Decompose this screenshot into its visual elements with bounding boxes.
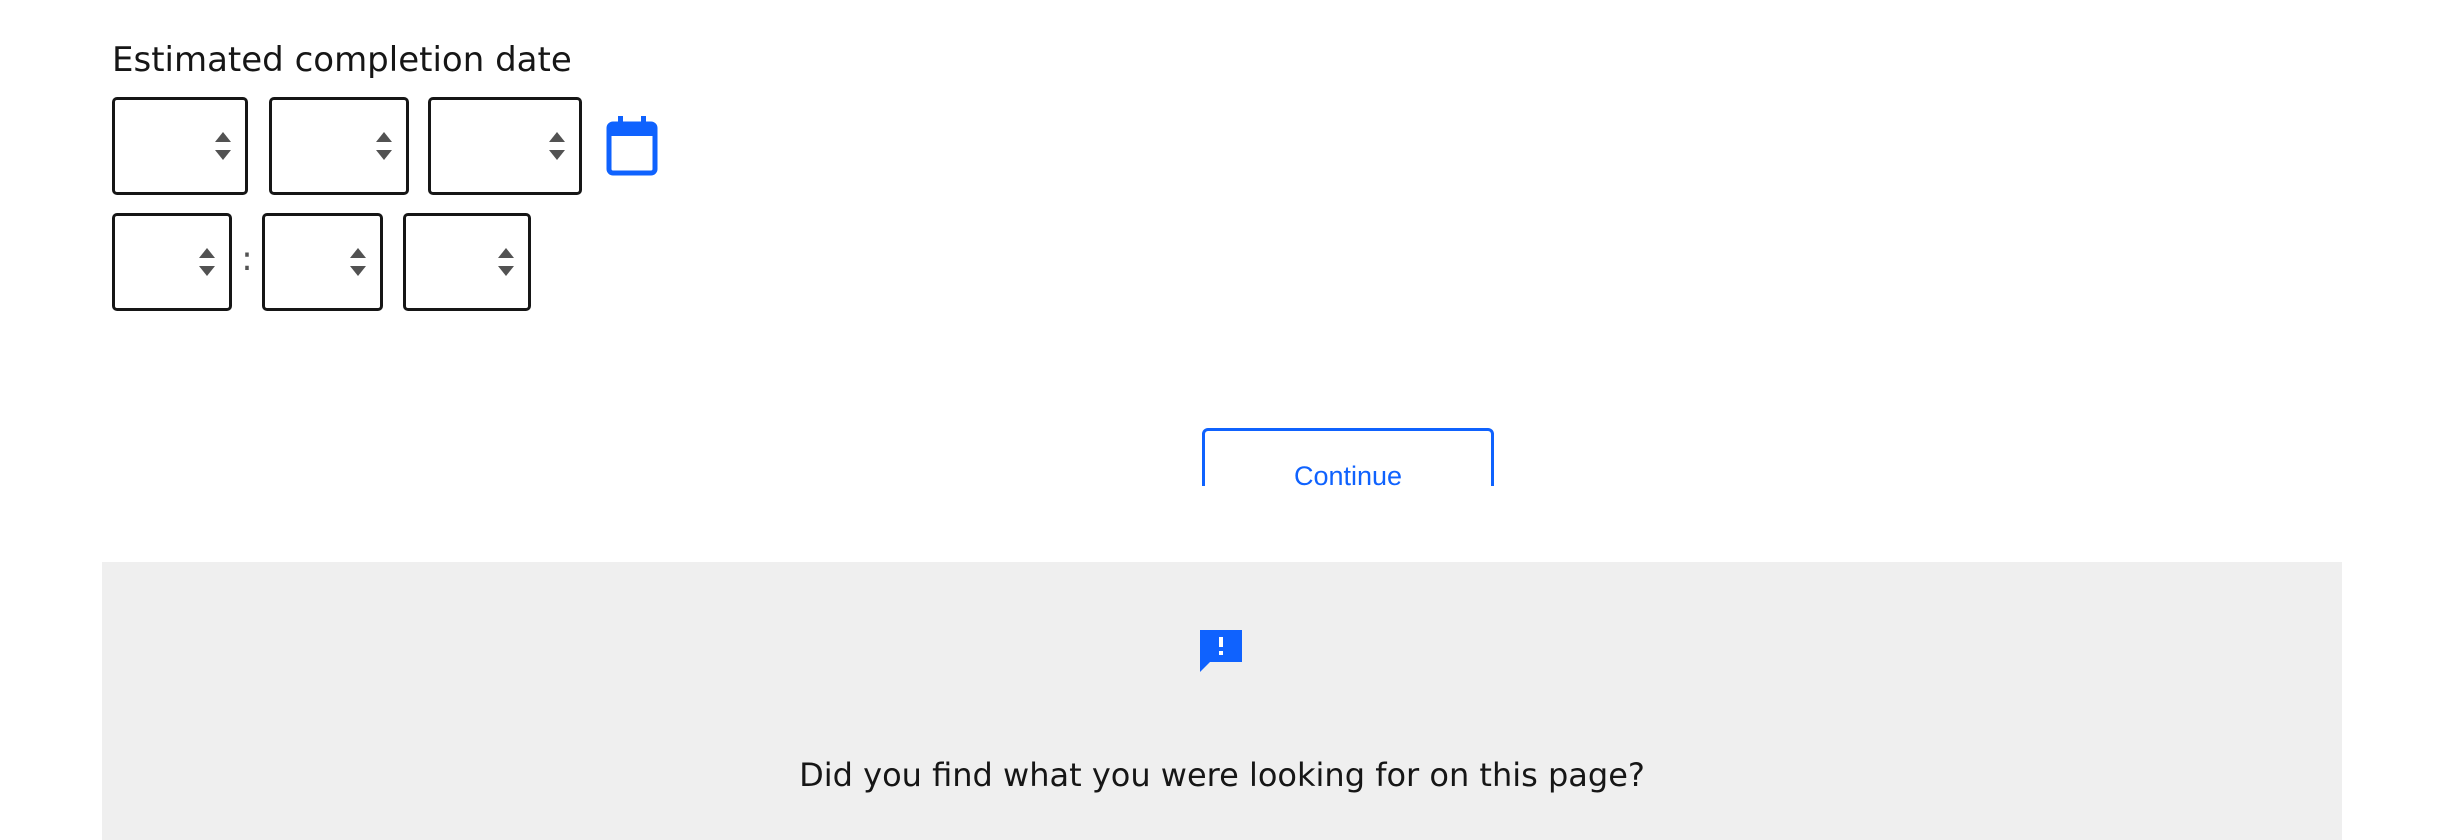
date-select-row [112, 97, 658, 195]
minute-select[interactable] [262, 213, 383, 311]
select-arrows-icon [549, 132, 565, 160]
calendar-icon[interactable] [606, 116, 658, 176]
select-arrows-icon [498, 248, 514, 276]
month-select[interactable] [112, 97, 248, 195]
day-select[interactable] [269, 97, 409, 195]
select-arrows-icon [376, 132, 392, 160]
hour-select[interactable] [112, 213, 232, 311]
select-arrows-icon [350, 248, 366, 276]
time-select-row: : [112, 213, 531, 311]
continue-button-viewport: Continue [1202, 428, 1494, 486]
time-separator: : [241, 239, 253, 279]
select-arrows-icon [199, 248, 215, 276]
year-select[interactable] [428, 97, 582, 195]
estimated-completion-date-label: Estimated completion date [112, 40, 572, 80]
continue-button[interactable]: Continue [1202, 428, 1494, 486]
select-arrows-icon [215, 132, 231, 160]
feedback-section: Did you find what you were looking for o… [102, 562, 2342, 840]
feedback-chat-exclamation-icon [1200, 630, 1242, 672]
feedback-question: Did you find what you were looking for o… [799, 756, 1645, 794]
continue-button-label: Continue [1293, 461, 1403, 486]
ampm-select[interactable] [403, 213, 531, 311]
